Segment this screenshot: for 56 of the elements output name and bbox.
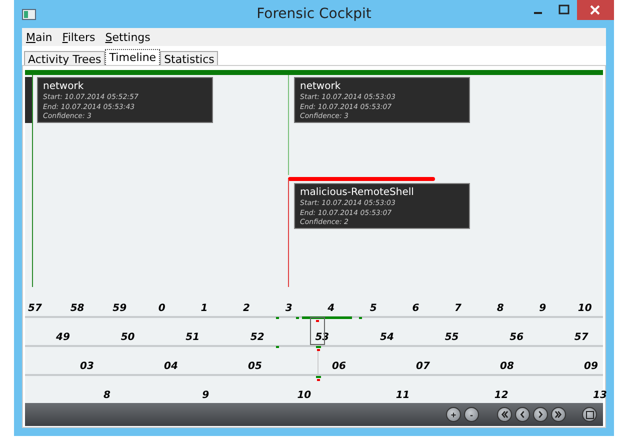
tab[interactable]: Statistics [160, 51, 218, 65]
scale-label: 07 [416, 361, 430, 372]
event-title: network [43, 81, 85, 93]
playback-button[interactable] [515, 407, 530, 422]
scale-label: 56 [510, 332, 524, 343]
menu-item[interactable]: Filters [62, 30, 96, 44]
zoom-button[interactable]: + [446, 407, 461, 422]
scale-label: 52 [250, 332, 264, 343]
window-title: Forensic Cockpit [256, 6, 372, 22]
event-card [25, 77, 32, 123]
scale-label: 04 [164, 361, 178, 372]
playback-button[interactable] [497, 407, 512, 422]
zoom-button[interactable]: - [464, 407, 479, 422]
scale-label: 5 [370, 303, 377, 314]
scale-label: 50 [120, 332, 135, 343]
scale-label: 49 [56, 332, 70, 343]
scale-label: 9 [539, 303, 546, 314]
close-button[interactable] [577, 0, 614, 20]
menu-item[interactable]: Settings [105, 30, 150, 44]
scale-label: 12 [494, 390, 508, 401]
scale-label: 57 [574, 332, 588, 343]
playback-button[interactable] [551, 407, 566, 422]
scale-label: 58 [70, 303, 84, 314]
scale-label: 09 [584, 361, 598, 372]
square-icon [586, 410, 594, 418]
scale-label: 54 [380, 332, 394, 343]
playback-button[interactable] [533, 407, 548, 422]
scale-label: 10 [297, 390, 312, 401]
tab[interactable]: Timeline [105, 49, 160, 65]
scale-label: 03 [80, 361, 94, 372]
scale-label: 7 [454, 303, 462, 314]
event-title: network [300, 81, 342, 93]
event-title: malicious-RemoteShell [300, 187, 415, 199]
scale-label: 57 [28, 303, 42, 314]
app-icon [22, 8, 36, 20]
scale-label: 9 [202, 390, 210, 401]
scale-label: 0 [158, 303, 166, 314]
scale-label: 59 [112, 303, 127, 314]
scale-label: 08 [500, 361, 514, 372]
scale-label: 8 [104, 390, 110, 401]
scale-label: 10 [578, 303, 592, 314]
scale-label: 8 [496, 303, 504, 314]
menu-item[interactable]: Main [26, 30, 52, 44]
scale-label: 05 [248, 361, 262, 372]
scale-label: 11 [396, 390, 410, 401]
scale-label: 55 [444, 332, 459, 343]
scale-label: 1 [200, 303, 208, 314]
scale-label: 3 [285, 303, 292, 314]
tab[interactable]: Activity Trees [24, 51, 106, 65]
scale-label: 2 [243, 303, 250, 314]
scale-label: 6 [412, 303, 420, 314]
scale-label: 06 [332, 361, 346, 372]
scale-label: 51 [186, 332, 200, 343]
scale-label: 13 [593, 390, 607, 401]
scale-label: 4 [328, 303, 335, 314]
fit-button[interactable] [582, 407, 597, 422]
